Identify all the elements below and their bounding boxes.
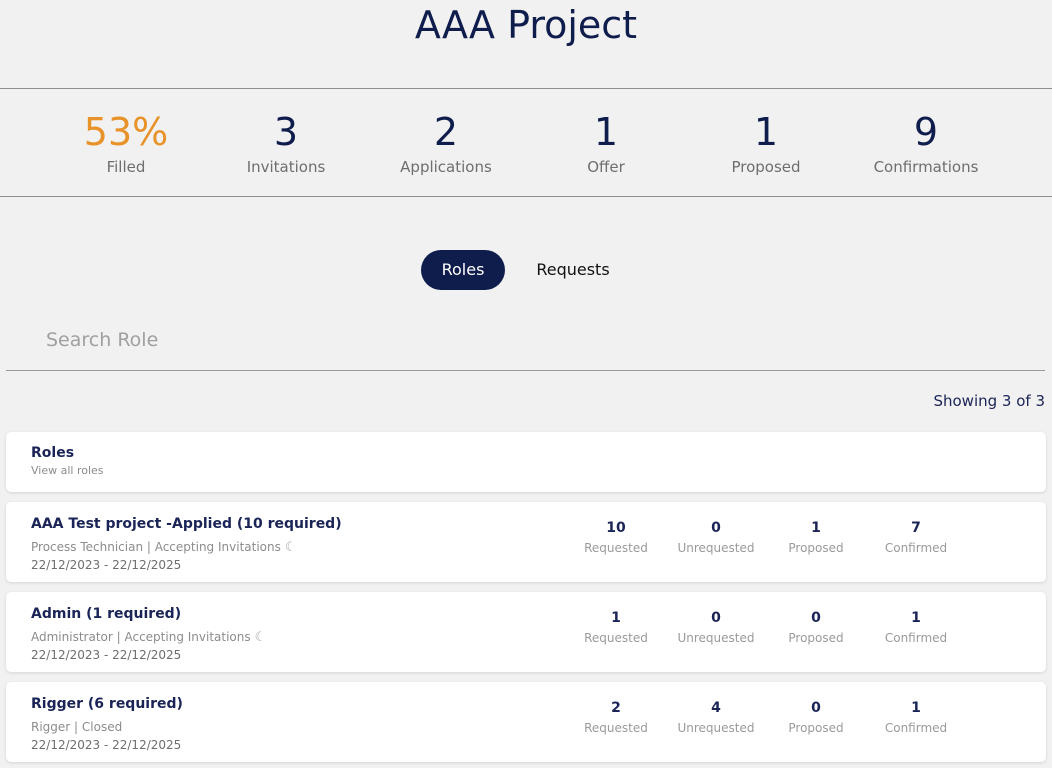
stat-value: 3 bbox=[273, 110, 299, 154]
metric-label: Unrequested bbox=[677, 721, 755, 735]
metric-requested: 1 Requested bbox=[566, 608, 666, 648]
role-subtitle-text: Process Technician | Accepting Invitatio… bbox=[31, 540, 281, 554]
stat-offer: 1 Offer bbox=[526, 107, 686, 177]
metric-label: Confirmed bbox=[884, 631, 948, 645]
moon-icon: ☾ bbox=[254, 630, 267, 645]
metric-label: Confirmed bbox=[884, 541, 948, 555]
stat-label: Proposed bbox=[731, 158, 801, 176]
view-all-roles-link[interactable]: View all roles bbox=[31, 464, 104, 477]
role-subtitle-text: Rigger | Closed bbox=[31, 720, 123, 734]
roles-header-card[interactable]: Roles View all roles bbox=[6, 432, 1046, 492]
search-role-input[interactable] bbox=[6, 317, 1045, 363]
metric-label: Requested bbox=[584, 631, 648, 645]
metric-value: 0 bbox=[811, 700, 821, 716]
metric-label: Requested bbox=[584, 541, 648, 555]
role-card[interactable]: Rigger (6 required) Rigger | Closed 22/1… bbox=[6, 682, 1046, 762]
role-name: Admin (1 required) bbox=[31, 606, 182, 622]
metric-unrequested: 0 Unrequested bbox=[666, 608, 766, 648]
metric-value: 0 bbox=[711, 610, 721, 626]
role-name: Rigger (6 required) bbox=[31, 696, 183, 712]
metric-unrequested: 4 Unrequested bbox=[666, 698, 766, 738]
metric-value: 1 bbox=[611, 610, 621, 626]
metric-value: 0 bbox=[711, 520, 721, 536]
role-card[interactable]: Admin (1 required) Administrator | Accep… bbox=[6, 592, 1046, 672]
metric-label: Proposed bbox=[788, 541, 844, 555]
metric-value: 0 bbox=[811, 610, 821, 626]
tab-bar: Roles Requests bbox=[0, 250, 1052, 290]
stat-applications: 2 Applications bbox=[366, 107, 526, 177]
stat-confirmations: 9 Confirmations bbox=[846, 107, 1006, 177]
role-dates: 22/12/2023 - 22/12/2025 bbox=[31, 558, 182, 572]
metric-proposed: 1 Proposed bbox=[766, 518, 866, 558]
metric-value: 2 bbox=[611, 700, 621, 716]
metric-confirmed: 7 Confirmed bbox=[866, 518, 966, 558]
metric-label: Confirmed bbox=[884, 721, 948, 735]
stat-value: 2 bbox=[433, 110, 459, 154]
roles-header-title: Roles bbox=[31, 445, 75, 461]
metric-requested: 10 Requested bbox=[566, 518, 666, 558]
metric-proposed: 0 Proposed bbox=[766, 698, 866, 738]
metric-proposed: 0 Proposed bbox=[766, 608, 866, 648]
metric-label: Requested bbox=[584, 721, 648, 735]
metric-label: Unrequested bbox=[677, 541, 755, 555]
stat-label: Confirmations bbox=[873, 158, 979, 176]
stat-label: Applications bbox=[400, 158, 492, 176]
page-title: AAA Project bbox=[414, 3, 638, 47]
metric-label: Proposed bbox=[788, 631, 844, 645]
role-dates: 22/12/2023 - 22/12/2025 bbox=[31, 738, 182, 752]
stat-label: Filled bbox=[106, 158, 146, 176]
role-subtitle: Administrator | Accepting Invitations ☾ bbox=[31, 630, 266, 645]
role-dates: 22/12/2023 - 22/12/2025 bbox=[31, 648, 182, 662]
metric-confirmed: 1 Confirmed bbox=[866, 698, 966, 738]
tab-requests[interactable]: Requests bbox=[523, 250, 623, 290]
metric-value: 1 bbox=[811, 520, 821, 536]
stats-bar: 53% Filled 3 Invitations 2 Applications … bbox=[0, 88, 1052, 197]
stat-value: 1 bbox=[753, 110, 779, 154]
role-subtitle: Rigger | Closed bbox=[31, 720, 122, 734]
stat-value: 53% bbox=[83, 110, 169, 154]
results-count: Showing 3 of 3 bbox=[933, 392, 1045, 410]
metric-value: 10 bbox=[606, 520, 626, 536]
moon-icon: ☾ bbox=[284, 540, 297, 555]
metric-value: 1 bbox=[911, 610, 921, 626]
role-name: AAA Test project -Applied (10 required) bbox=[31, 516, 342, 532]
metric-value: 7 bbox=[911, 520, 921, 536]
metric-confirmed: 1 Confirmed bbox=[866, 608, 966, 648]
stat-value: 9 bbox=[913, 110, 939, 154]
stat-value: 1 bbox=[593, 110, 619, 154]
metric-requested: 2 Requested bbox=[566, 698, 666, 738]
search-bar bbox=[6, 317, 1045, 371]
role-subtitle-text: Administrator | Accepting Invitations bbox=[31, 630, 251, 644]
metric-label: Proposed bbox=[788, 721, 844, 735]
stat-label: Offer bbox=[587, 158, 625, 176]
metric-value: 1 bbox=[911, 700, 921, 716]
metric-label: Unrequested bbox=[677, 631, 755, 645]
stat-label: Invitations bbox=[246, 158, 326, 176]
stat-filled: 53% Filled bbox=[46, 107, 206, 177]
role-subtitle: Process Technician | Accepting Invitatio… bbox=[31, 540, 297, 555]
tab-roles[interactable]: Roles bbox=[421, 250, 505, 290]
metric-value: 4 bbox=[711, 700, 721, 716]
stat-proposed: 1 Proposed bbox=[686, 107, 846, 177]
stat-invitations: 3 Invitations bbox=[206, 107, 366, 177]
role-card[interactable]: AAA Test project -Applied (10 required) … bbox=[6, 502, 1046, 582]
metric-unrequested: 0 Unrequested bbox=[666, 518, 766, 558]
